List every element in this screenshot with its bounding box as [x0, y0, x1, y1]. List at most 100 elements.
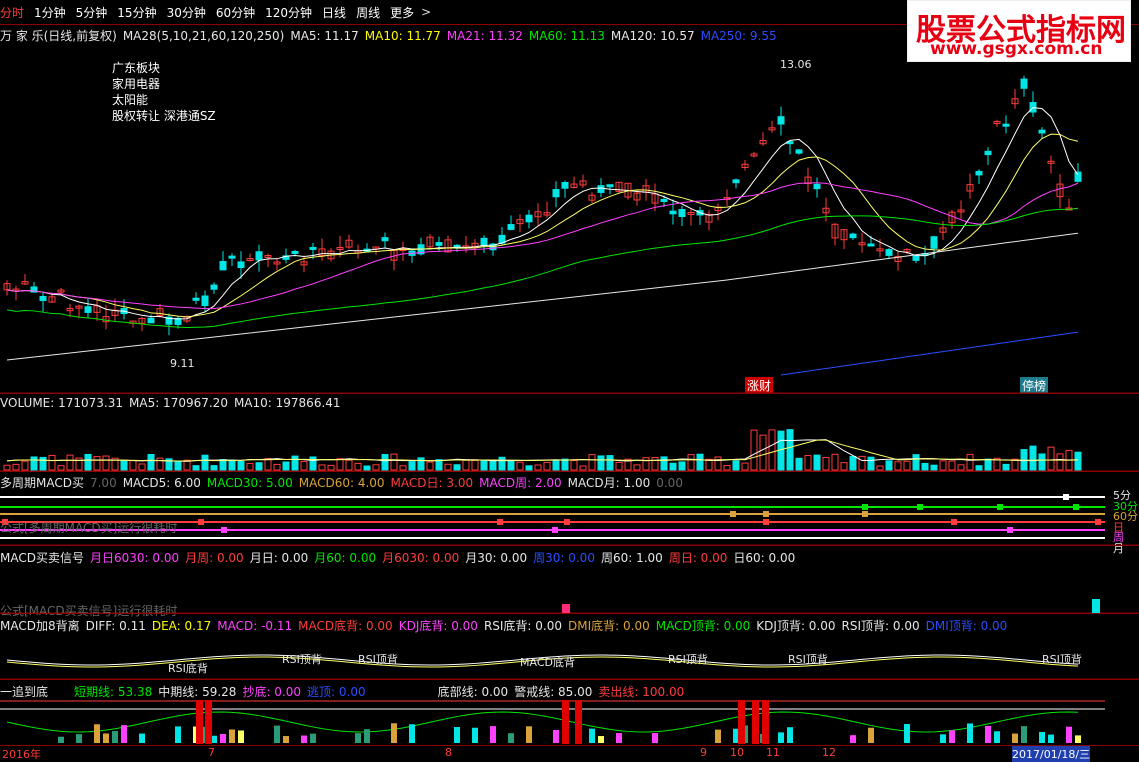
- candle-body: [201, 295, 209, 307]
- candle-body: [228, 255, 236, 259]
- signal-item: 周30: 0.00: [533, 551, 595, 565]
- ma60-line: [6, 207, 1079, 329]
- candle-body: [1038, 129, 1046, 134]
- candle-body: [885, 249, 893, 256]
- candle-body: [606, 184, 614, 188]
- candle-body: [561, 182, 569, 189]
- div-label: RSI顶背: [1042, 653, 1082, 666]
- div-item: KDJ顶背: 0.00: [756, 619, 836, 633]
- div-label: RSI顶背: [358, 653, 398, 666]
- macd-div-title: MACD加8背离: [0, 619, 80, 633]
- candle-body: [480, 237, 488, 247]
- candle-body: [813, 183, 821, 190]
- candle-body: [237, 261, 245, 269]
- bottom-line: 底部线: 0.00: [437, 685, 509, 699]
- div-item: DMI底背: 0.00: [568, 619, 650, 633]
- chaodi-value: 抄底: 0.00: [242, 685, 302, 699]
- candle-body: [435, 242, 443, 246]
- macd-signal-title: MACD买卖信号: [0, 551, 84, 565]
- zhuidi-title: 一追到底: [0, 685, 49, 699]
- macd-signal-panel: MACD买卖信号 月日6030: 0.00 月周: 0.00 月日: 0.00 月60:…: [0, 545, 1139, 618]
- ma250-line: [780, 331, 1079, 376]
- candle-body: [210, 284, 218, 290]
- signal-item: 月日: 0.00: [249, 551, 309, 565]
- div-label: RSI顶背: [668, 653, 708, 666]
- candle-body: [1074, 171, 1082, 182]
- macd-multi-panel: 多周期MACD买 7.00 MACD5: 6.00 MACD30: 5.00 MACD6…: [0, 471, 1139, 548]
- signal-item: 周60: 1.00: [600, 551, 663, 565]
- signal-item: 日60: 0.00: [733, 551, 796, 565]
- signal-item: 月30: 0.00: [465, 551, 528, 565]
- macd-value: MACD: -0.11: [217, 619, 293, 633]
- volume-value: VOLUME: 171073.31: [0, 396, 123, 410]
- div-label: RSI底背: [168, 662, 208, 675]
- volume-ma10: MA10: 197866.41: [233, 396, 341, 410]
- div-item: DMI顶背: 0.00: [925, 619, 1008, 633]
- signal-item: 月6030: 0.00: [382, 551, 460, 565]
- candle-body: [309, 246, 317, 250]
- signal-item: 月周: 0.00: [185, 551, 244, 565]
- short-line: 短期线: 53.38: [74, 685, 153, 699]
- candle-body: [912, 255, 920, 261]
- candle-body: [660, 198, 668, 202]
- div-label: MACD底背: [520, 656, 575, 669]
- dea-value: DEA: 0.17: [151, 619, 212, 633]
- candle-body: [975, 170, 983, 176]
- volume-panel: VOLUME: 171073.31 MA5: 170967.20 MA10: 197…: [0, 393, 1139, 474]
- date-label: 8: [445, 746, 452, 759]
- candle-body: [525, 214, 533, 223]
- div-item: RSI底背: 0.00: [483, 619, 563, 633]
- ma5-line: [6, 107, 1079, 320]
- candle-body: [669, 210, 677, 215]
- date-label: 10: [730, 746, 744, 759]
- date-label: 9: [700, 746, 707, 759]
- volume-ma5: MA5: 170967.20: [129, 396, 228, 410]
- signal-item: 月日6030: 0.00: [89, 551, 180, 565]
- candle-body: [552, 189, 560, 198]
- macd-week-value: MACD周: 2.00: [479, 476, 562, 490]
- ma120-line: [6, 232, 1079, 361]
- date-label: 12: [822, 746, 836, 759]
- candle-body: [795, 149, 803, 154]
- candle-body: [1020, 78, 1028, 89]
- candle-body: [930, 236, 938, 249]
- candle-body: [777, 116, 785, 125]
- candle-body: [255, 251, 263, 261]
- candle-body: [867, 243, 875, 247]
- div-label: RSI顶背: [788, 653, 828, 666]
- candle-body: [291, 251, 299, 255]
- alert-line: 警戒线: 85.00: [514, 685, 593, 699]
- candle-body: [507, 224, 515, 230]
- signal-item: 周日: 0.00: [668, 551, 728, 565]
- div-item: KDJ底背: 0.00: [398, 619, 478, 633]
- mid-line: 中期线: 59.28: [158, 685, 237, 699]
- div-item: RSI顶背: 0.00: [841, 619, 920, 633]
- candle-body: [1002, 123, 1010, 127]
- ma10-line: [6, 133, 1079, 318]
- macd-day-value: MACD日: 3.00: [390, 476, 474, 490]
- macd-multi-note: 公式[多周期MACD买]运行很耗时: [0, 521, 178, 535]
- candle-body: [381, 237, 389, 242]
- date-axis: 2016年 7 8 9 10 11 12 2017/01/18/三: [0, 745, 1139, 762]
- candle-body: [219, 260, 227, 271]
- candle-body: [678, 209, 686, 217]
- signal-item: 月60: 0.00: [314, 551, 377, 565]
- candle-body: [39, 296, 47, 302]
- macd60-value: MACD60: 4.00: [298, 476, 385, 490]
- div-label: RSI顶背: [282, 653, 322, 666]
- macd30-value: MACD30: 5.00: [206, 476, 293, 490]
- candle-body: [984, 150, 992, 156]
- candle-body: [732, 179, 740, 184]
- date-label: 7: [208, 746, 215, 759]
- div-item: MACD底背: 0.00: [298, 619, 393, 633]
- candle-body: [147, 317, 155, 324]
- candle-body: [84, 306, 92, 313]
- sell-line: 卖出线: 100.00: [598, 685, 685, 699]
- div-item: MACD顶背: 0.00: [655, 619, 751, 633]
- taoding-value: 逃顶: 0.00: [307, 685, 366, 699]
- zhuidi-panel: 一追到底 短期线: 53.38 中期线: 59.28 抄底: 0.00 逃顶: 0.00…: [0, 679, 1139, 746]
- macd-multi-dim2: 0.00: [656, 476, 683, 490]
- candle-body: [849, 233, 857, 239]
- candle-body: [192, 297, 200, 301]
- macd-multi-dim: 7.00: [89, 476, 117, 490]
